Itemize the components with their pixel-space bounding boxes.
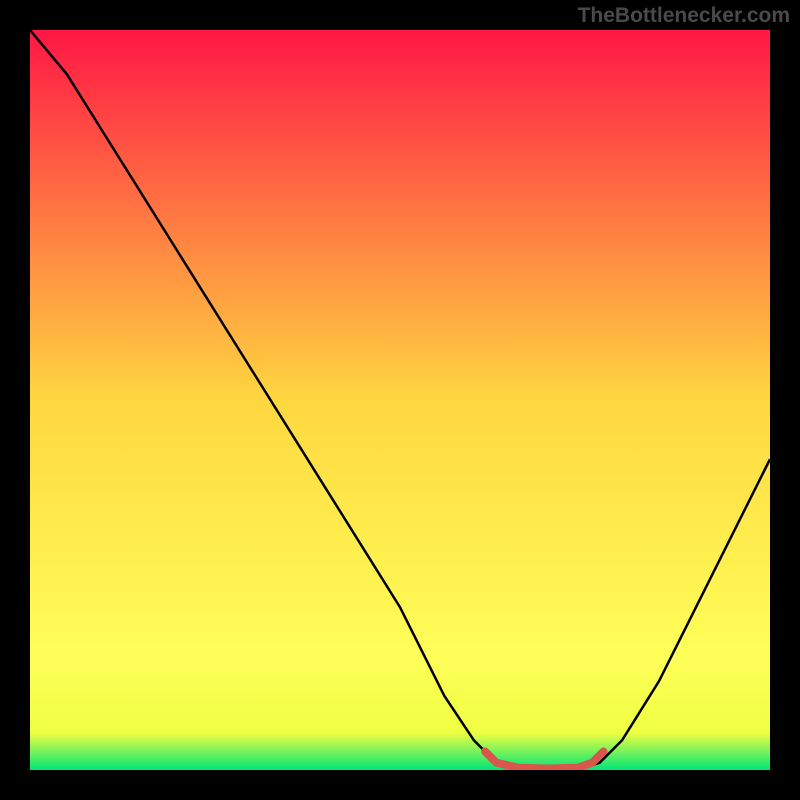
watermark-text: TheBottlenecker.com	[578, 4, 790, 28]
chart-container	[30, 30, 770, 770]
bottleneck-chart	[30, 30, 770, 770]
chart-background	[30, 30, 770, 770]
